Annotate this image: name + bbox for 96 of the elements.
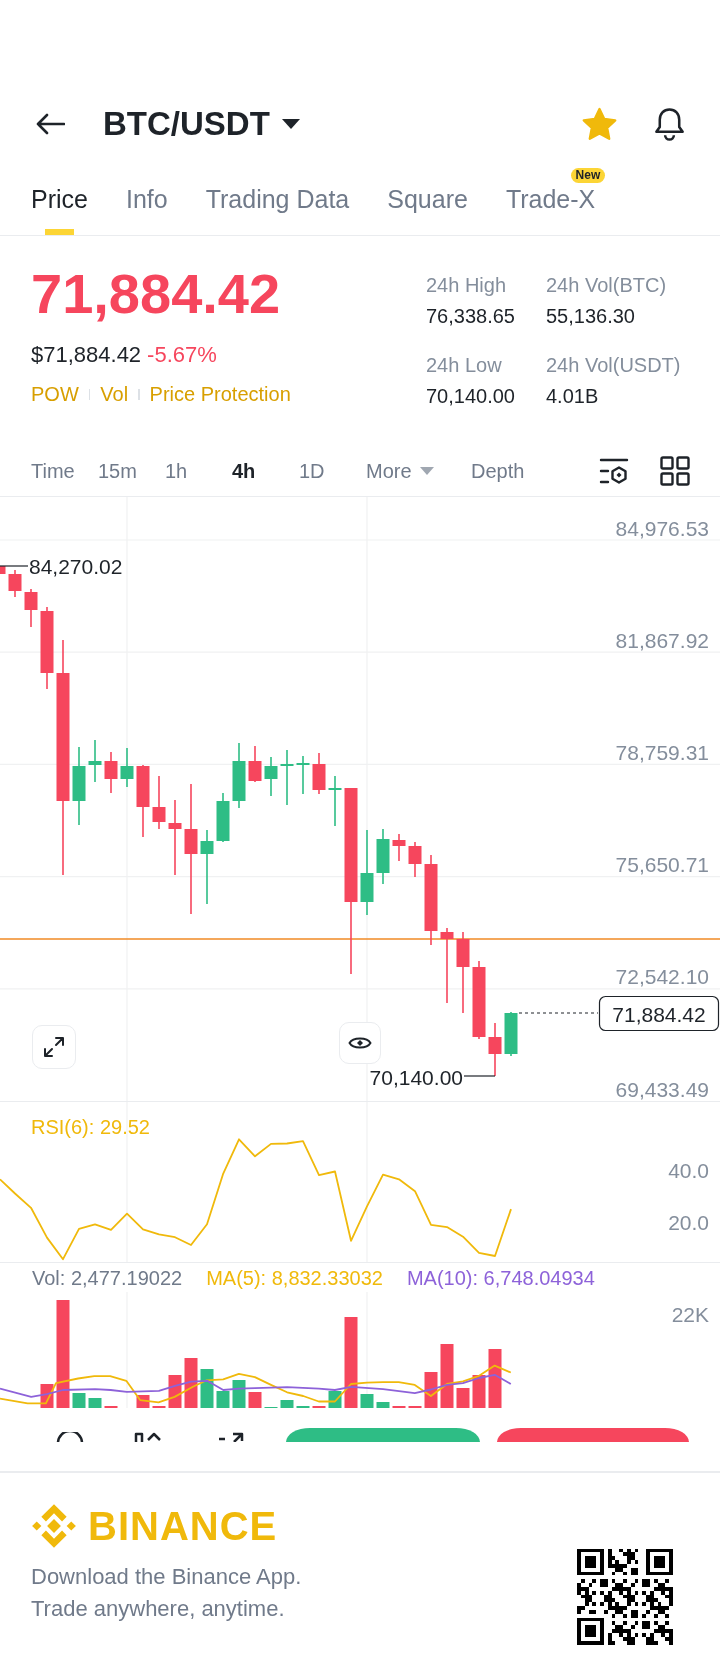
axis-label: 22K [671, 1302, 709, 1326]
candle [312, 752, 326, 795]
interval-tab[interactable]: 4h [232, 457, 256, 484]
volume-bar [248, 1392, 262, 1408]
candle [408, 841, 422, 878]
volume-bar [232, 1380, 246, 1408]
eye-button[interactable] [339, 1022, 381, 1064]
candle [120, 747, 134, 788]
candle [488, 1022, 502, 1077]
last-price-tag: 71,884.42 [598, 995, 720, 1032]
tab[interactable]: Info [125, 184, 168, 235]
grid-icon[interactable] [660, 455, 690, 486]
price-change: -5.67% [147, 341, 217, 369]
candle [24, 588, 38, 628]
tag-link[interactable]: POW [31, 381, 79, 407]
tab[interactable]: Price [31, 184, 88, 235]
candle [264, 756, 278, 797]
tab[interactable]: Trade-X [505, 184, 596, 235]
axis-label: 81,867.92 [615, 628, 709, 652]
axis-label: 20.0 [668, 1210, 709, 1234]
action-button[interactable] [497, 1428, 689, 1442]
star-icon[interactable] [582, 107, 617, 141]
legend-label: MA(5): 8,832.33032 [206, 1265, 383, 1291]
candle [392, 833, 406, 862]
stat-value: 76,338.65 [426, 304, 515, 329]
stat-label: 24h Low [426, 353, 502, 378]
brand-name: BINANCE [88, 1503, 278, 1549]
axis-label: 75,650.71 [615, 853, 709, 877]
axis-label: 72,542.10 [615, 965, 709, 989]
stat-label: 24h Vol(BTC) [546, 273, 667, 298]
volume-bar [440, 1344, 454, 1408]
caret-icon [281, 119, 300, 129]
candle [296, 755, 310, 795]
eye-icon [348, 1035, 372, 1051]
legend-label: Vol: 2,477.19022 [32, 1265, 183, 1291]
candle [280, 749, 294, 806]
volume-bar [280, 1400, 294, 1408]
stat-label: 24h High [426, 273, 507, 298]
candle [232, 742, 246, 809]
stat-label: 24h Vol(USDT) [546, 353, 681, 378]
tab[interactable]: Square [387, 184, 468, 235]
candle [152, 775, 166, 830]
leader-line [0, 565, 29, 567]
tag-link[interactable]: Vol [100, 381, 129, 407]
tagline: Trade anywhere, anytime. [31, 1595, 286, 1623]
usd-price: $71,884.42 [31, 341, 142, 369]
interval-tab[interactable]: Depth [471, 457, 525, 484]
stat-value: 4.01B [546, 384, 599, 409]
candle [328, 775, 342, 827]
rsi-label: RSI(6): 29.52 [31, 1116, 150, 1138]
diamond-logo-icon [31, 1503, 77, 1549]
candle [504, 1011, 518, 1057]
chart-settings-icon[interactable] [599, 456, 629, 485]
volume-bar [184, 1358, 198, 1408]
tagline: Download the Binance App. [31, 1563, 302, 1591]
tab[interactable]: Trading Data [205, 184, 350, 235]
last-price: 71,884.42 [31, 262, 282, 326]
arrow-icon[interactable] [216, 1432, 246, 1442]
new-badge: New [570, 168, 606, 183]
interval-tab[interactable]: 15m [98, 457, 137, 484]
volume-bar [360, 1394, 374, 1408]
axis-label: 69,433.49 [615, 1077, 709, 1101]
low-price-label: 70,140.00 [369, 1065, 463, 1089]
candle [376, 828, 390, 885]
interval-tab[interactable]: 1D [299, 457, 325, 484]
interval-tab[interactable]: 1h [165, 457, 188, 484]
axis-label: 40.0 [668, 1158, 709, 1182]
tag-link[interactable]: Price Protection [149, 381, 291, 407]
candle [0, 566, 6, 574]
axis-label: 78,759.31 [615, 740, 709, 764]
candle [8, 569, 22, 598]
volume-bar [72, 1393, 86, 1408]
more-dropdown[interactable]: More [366, 457, 434, 484]
volume-bar [88, 1398, 102, 1408]
legend-label: MA(10): 6,748.04934 [406, 1265, 595, 1291]
stat-value: 70,140.00 [426, 384, 515, 409]
bell-icon[interactable] [652, 106, 687, 142]
expand-button[interactable] [32, 1025, 76, 1069]
pair-selector[interactable]: BTC/USDT [103, 104, 300, 144]
stat-value: 55,136.30 [546, 304, 635, 329]
high-price-label: 84,270.02 [29, 554, 123, 578]
candle [88, 739, 102, 783]
candle [248, 745, 262, 783]
left-arrow-icon[interactable] [35, 112, 65, 136]
candle [216, 792, 230, 843]
volume-bar [200, 1369, 214, 1408]
volume-bar [216, 1391, 230, 1408]
caret-icon [419, 466, 434, 475]
candle [104, 751, 118, 794]
axis-label: 84,976.53 [615, 516, 709, 540]
leader-line [463, 1075, 496, 1077]
interval-tab[interactable]: Time [31, 457, 75, 484]
volume-bar [456, 1388, 470, 1408]
expand-icon [42, 1035, 66, 1059]
volume-bar [488, 1349, 502, 1408]
volume-bar [376, 1402, 390, 1408]
